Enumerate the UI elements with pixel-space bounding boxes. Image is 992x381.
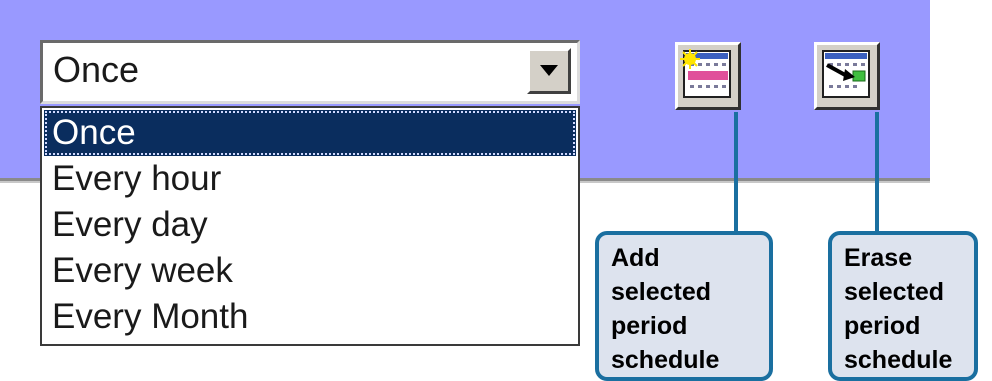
schedule-period-value: Once <box>53 49 140 90</box>
callout-line: Erase <box>844 244 913 272</box>
calendar-add-icon <box>680 49 731 98</box>
callout-line: selected <box>844 278 945 306</box>
callout-line: selected <box>611 278 712 306</box>
dropdown-option-every-week[interactable]: Every week <box>44 248 576 294</box>
callout-line: schedule <box>844 346 953 374</box>
chevron-down-icon <box>540 65 558 76</box>
callout-line: schedule <box>611 346 720 374</box>
callout-line: period <box>844 312 921 340</box>
erase-schedule-button[interactable] <box>814 42 880 110</box>
add-schedule-callout: Add selected period schedule <box>595 231 773 381</box>
calendar-erase-icon <box>822 50 870 98</box>
add-callout-leader <box>734 112 738 234</box>
erase-schedule-callout: Erase selected period schedule <box>828 231 978 381</box>
dropdown-option-every-hour[interactable]: Every hour <box>44 156 576 202</box>
erase-callout-leader <box>875 112 879 234</box>
dropdown-option-every-day[interactable]: Every day <box>44 202 576 248</box>
add-schedule-button[interactable] <box>675 42 741 110</box>
schedule-period-select[interactable]: Once <box>40 40 580 104</box>
callout-line: period <box>611 312 688 340</box>
schedule-period-dropdown: Once Every hour Every day Every week Eve… <box>40 106 580 346</box>
dropdown-arrow-button[interactable] <box>527 48 571 94</box>
callout-line: Add <box>611 244 660 272</box>
dropdown-option-once[interactable]: Once <box>44 110 576 156</box>
dropdown-option-every-month[interactable]: Every Month <box>44 294 576 340</box>
